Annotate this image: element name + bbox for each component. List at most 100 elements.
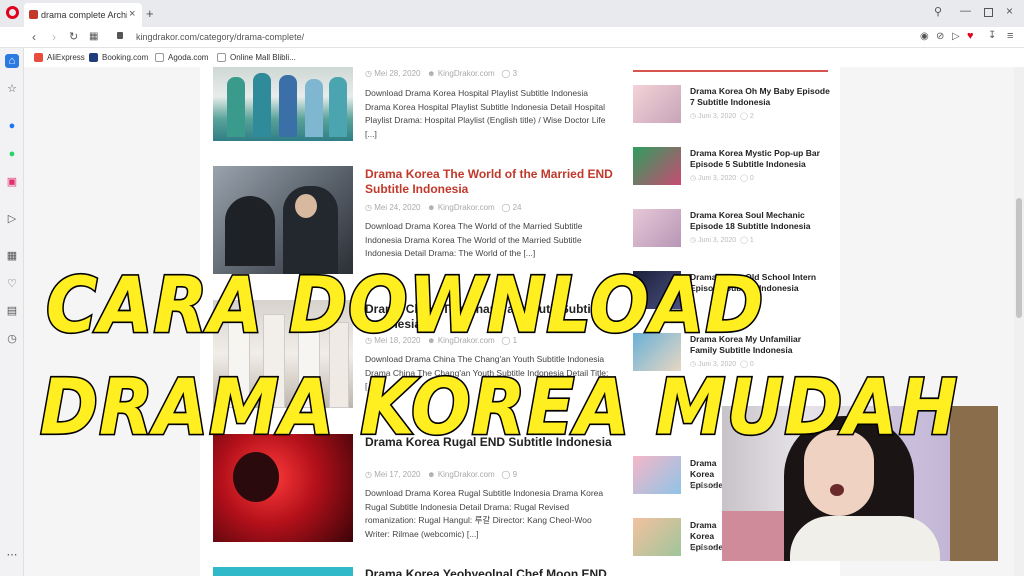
tabs-grid-icon[interactable]: ▦ [89, 31, 98, 42]
heart-sidebar-icon[interactable]: ♡ [5, 277, 19, 291]
minimize-button[interactable]: — [960, 5, 971, 17]
sidebar-post-comments[interactable]: 0 [750, 175, 754, 182]
news-icon[interactable]: ▤ [5, 304, 19, 318]
post-thumbnail[interactable] [213, 67, 353, 141]
sidebar-post-meta: ◷ Juni 3, 2020 ◯ 1 [690, 236, 754, 244]
sidebar-post-title[interactable]: Drama Korea Soul Mechanic Episode 18 Sub… [690, 210, 830, 232]
sidebar-post-date: Juni 3, 2020 [698, 175, 737, 182]
sidebar-post-date: Juni 3, 2020 [698, 237, 737, 244]
history-icon[interactable]: ◷ [5, 332, 19, 346]
widget-header-line [633, 70, 828, 72]
clock-icon: ◷ [690, 237, 697, 244]
send-sidebar-icon[interactable]: ▷ [5, 212, 19, 226]
scrollbar-thumb[interactable] [1016, 198, 1022, 318]
sidebar-post-meta: ◷ Juni 3, 2020 ◯ 2 [690, 112, 754, 120]
post-author[interactable]: KingDrakor.com [438, 69, 495, 78]
comment-icon: ◯ [501, 69, 511, 78]
opera-logo-icon[interactable] [6, 6, 19, 19]
post-excerpt: Download Drama Korea Hospital Playlist S… [365, 88, 606, 139]
clock-icon: ◷ [365, 470, 372, 479]
home-icon[interactable]: ⌂ [5, 54, 19, 68]
post-title-link[interactable]: Drama Korea Yeobyeolnal Chef Moon END [365, 567, 620, 576]
sidebar-post-comments[interactable]: 2 [750, 113, 754, 120]
comment-icon: ◯ [740, 113, 748, 120]
post-excerpt: Download Drama Korea The World of the Ma… [365, 221, 583, 258]
sidebar-post-thumbnail[interactable] [633, 456, 681, 494]
new-tab-button[interactable]: + [146, 6, 154, 21]
post-author[interactable]: KingDrakor.com [438, 203, 495, 212]
adblock-icon[interactable]: ⊘ [936, 31, 944, 42]
more-icon[interactable]: ⋯ [5, 548, 19, 562]
clock-icon: ◷ [365, 203, 372, 212]
comment-icon: ◯ [740, 237, 748, 244]
comment-icon: ◯ [501, 470, 511, 479]
bookmark-booking[interactable]: Booking.com [102, 53, 148, 62]
bookmarks-bar: AliExpress Booking.com Agoda.com Online … [24, 48, 1024, 67]
sidebar-post-title[interactable]: Drama Korea Mystic Pop-up Bar Episode 5 … [690, 148, 830, 170]
aliexpress-icon [34, 53, 43, 62]
post-meta: ◷ Mei 17, 2020 ☻ KingDrakor.com ◯ 9 [365, 470, 517, 479]
sidebar-post-thumbnail[interactable] [633, 518, 681, 556]
star-icon[interactable]: ☆ [5, 82, 19, 96]
scrollbar-track[interactable] [1014, 67, 1024, 576]
post-comments[interactable]: 9 [513, 470, 517, 479]
search-icon[interactable]: ⚲ [934, 5, 942, 18]
post-meta: ◷ Mei 24, 2020 ☻ KingDrakor.com ◯ 24 [365, 203, 522, 212]
overlay-title-line-2: DRAMA KOREA MUDAH [38, 360, 959, 454]
browser-tab[interactable]: drama complete Archive × [24, 3, 142, 27]
download-icon[interactable]: ↧ [988, 30, 996, 41]
user-icon: ☻ [427, 470, 436, 479]
post-title-link[interactable]: Drama Korea The World of the Married END… [365, 167, 620, 197]
reload-icon[interactable]: ↻ [69, 30, 78, 43]
agoda-icon [155, 53, 164, 62]
messenger-icon[interactable]: ● [5, 119, 19, 133]
post-date: Mei 17, 2020 [374, 470, 421, 479]
comment-icon: ◯ [501, 203, 511, 212]
address-bar-row: ‹ › ↻ ▦ kingdrakor.com/category/drama-co… [0, 27, 1024, 48]
post-date: Mei 24, 2020 [374, 203, 421, 212]
instagram-icon[interactable]: ▣ [5, 175, 19, 189]
sidebar-post-title[interactable]: Drama Korea Oh My Baby Episode 7 Subtitl… [690, 86, 830, 108]
post-comments[interactable]: 3 [513, 69, 517, 78]
favicon-icon [29, 10, 38, 19]
post-thumbnail[interactable] [213, 166, 353, 274]
tab-close-icon[interactable]: × [129, 8, 135, 20]
user-icon: ☻ [427, 69, 436, 78]
heart-icon[interactable]: ♥ [967, 30, 974, 42]
booking-icon [89, 53, 98, 62]
sidebar-post-thumbnail[interactable] [633, 85, 681, 123]
whatsapp-icon[interactable]: ● [5, 147, 19, 161]
post-excerpt: Download Drama Korea Rugal Subtitle Indo… [365, 488, 604, 539]
send-icon[interactable]: ▷ [952, 31, 960, 42]
sidebar-post-comments[interactable]: 1 [750, 237, 754, 244]
comment-icon: ◯ [740, 175, 748, 182]
sidebar-post-date: Juni 3, 2020 [698, 113, 737, 120]
menu-icon[interactable]: ≡ [1007, 30, 1013, 42]
close-window-button[interactable]: × [1006, 4, 1013, 18]
post-date: Mei 28, 2020 [374, 69, 421, 78]
lock-icon [117, 32, 123, 39]
forward-icon[interactable]: › [52, 30, 56, 44]
post-author[interactable]: KingDrakor.com [438, 470, 495, 479]
clock-icon: ◷ [365, 69, 372, 78]
opera-sidebar: ⌂ ☆ ● ● ▣ ▷ ▦ ♡ ▤ ◷ ⋯ [0, 48, 24, 576]
apps-icon[interactable]: ▦ [5, 249, 19, 263]
url-field[interactable]: kingdrakor.com/category/drama-complete/ [136, 32, 304, 42]
clock-icon: ◷ [690, 175, 697, 182]
post-thumbnail[interactable] [213, 567, 353, 576]
overlay-title-line-1: CARA DOWNLOAD [44, 258, 765, 352]
bookmark-blibli[interactable]: Online Mall Blibli... [230, 53, 296, 62]
maximize-button[interactable] [984, 8, 993, 17]
sidebar-post-thumbnail[interactable] [633, 209, 681, 247]
clock-icon: ◷ [690, 545, 697, 552]
camera-icon[interactable]: ◉ [920, 31, 929, 42]
clock-icon: ◷ [690, 113, 697, 120]
back-icon[interactable]: ‹ [32, 30, 36, 44]
bookmark-agoda[interactable]: Agoda.com [168, 53, 208, 62]
sidebar-post-thumbnail[interactable] [633, 147, 681, 185]
clock-icon: ◷ [690, 483, 697, 490]
sidebar-post-meta: ◷ Juni 3, 2020 ◯ 0 [690, 174, 754, 182]
post-meta: ◷ Mei 28, 2020 ☻ KingDrakor.com ◯ 3 [365, 69, 517, 78]
bookmark-aliexpress[interactable]: AliExpress [47, 53, 85, 62]
post-comments[interactable]: 24 [513, 203, 522, 212]
